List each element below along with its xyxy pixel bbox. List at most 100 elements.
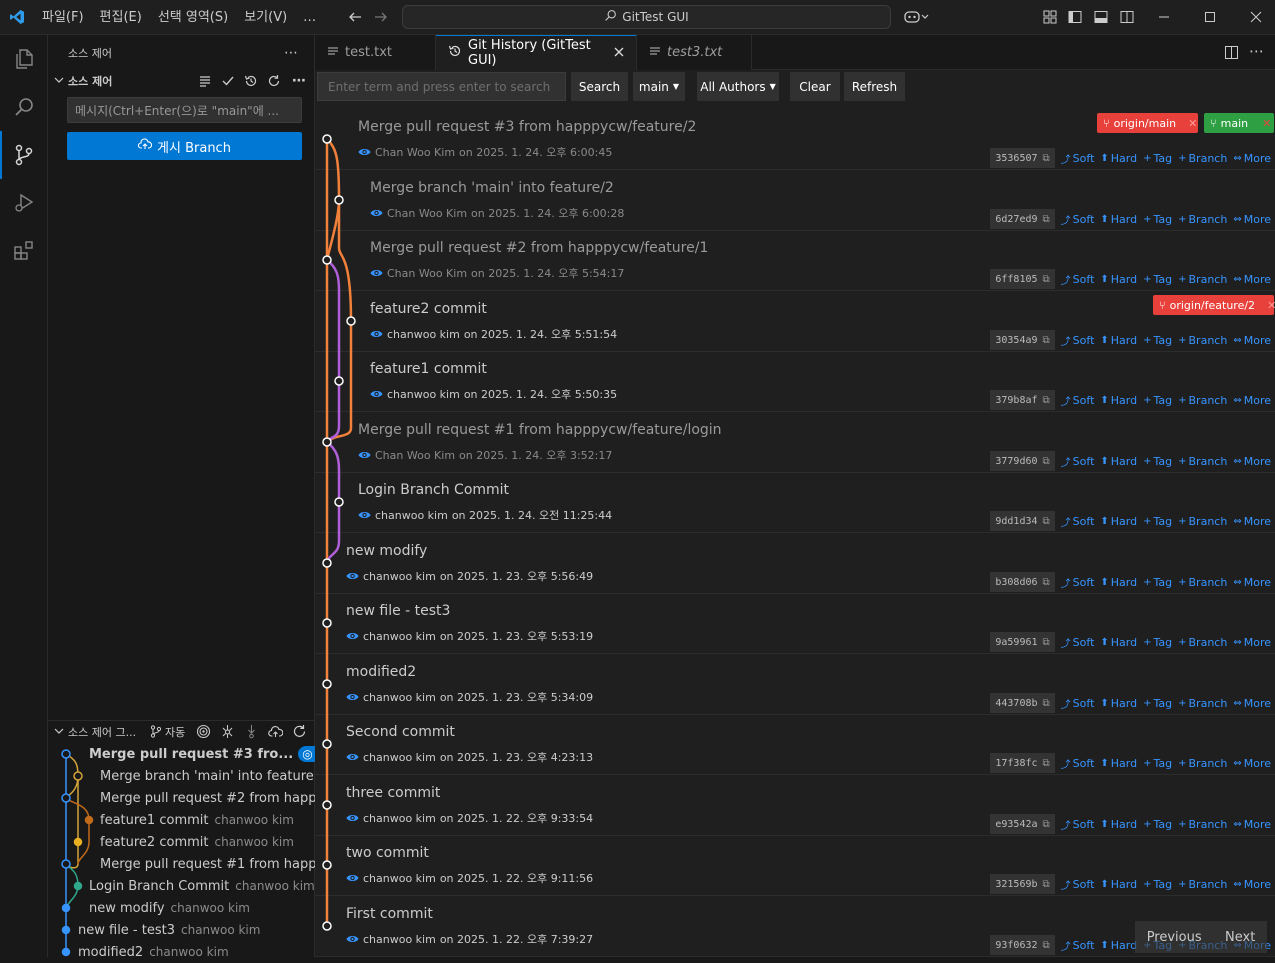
explorer-icon[interactable]: [0, 35, 48, 83]
commit-author[interactable]: chanwoo kim: [387, 388, 460, 401]
hard-reset-button[interactable]: ⬆ Hard: [1100, 757, 1137, 770]
view-as-tree-icon[interactable]: [198, 74, 212, 91]
branch-select[interactable]: main ▼: [633, 72, 685, 101]
commit-title[interactable]: Merge branch 'main' into feature/2: [370, 180, 614, 196]
copy-icon[interactable]: ⧉: [1043, 698, 1050, 709]
add-tag-button[interactable]: +Tag: [1143, 576, 1172, 589]
commit-row[interactable]: First commit chanwoo kim on 2025. 1. 22. 오…: [315, 897, 1275, 957]
refresh-icon[interactable]: [267, 74, 281, 91]
commit-author[interactable]: Chan Woo Kim: [387, 207, 467, 220]
more-button[interactable]: ⇔More: [1233, 878, 1271, 891]
hard-reset-button[interactable]: ⬆ Hard: [1100, 515, 1137, 528]
add-branch-button[interactable]: +Branch: [1178, 394, 1227, 407]
publish-branch-button[interactable]: 게시 Branch: [67, 132, 302, 160]
menu-edit[interactable]: 편집(E): [92, 0, 150, 35]
commit-row[interactable]: three commit chanwoo kim on 2025. 1. 22. 오…: [315, 776, 1275, 836]
toggle-panel-icon[interactable]: [1092, 8, 1110, 26]
commit-title[interactable]: feature2 commit: [370, 301, 487, 317]
copy-icon[interactable]: ⧉: [1043, 819, 1050, 830]
tab-git-history[interactable]: Git History (GitTest GUI): [436, 35, 637, 70]
tab-test3-txt[interactable]: test3.txt: [637, 35, 752, 70]
more-button[interactable]: ⇔More: [1233, 515, 1271, 528]
tab-test-txt[interactable]: test.txt: [315, 35, 436, 70]
graph-auto-label[interactable]: 자동: [165, 724, 185, 740]
soft-reset-button[interactable]: ⤴ Soft: [1061, 817, 1095, 832]
graph-section-header[interactable]: 소스 제어 그... 자동: [48, 721, 315, 743]
source-control-section-header[interactable]: 소스 제어 ⋯: [48, 70, 314, 92]
commit-hash[interactable]: 93f0632 ⧉: [990, 935, 1055, 955]
hard-reset-button[interactable]: ⬆ Hard: [1100, 334, 1137, 347]
add-branch-button[interactable]: +Branch: [1178, 273, 1227, 286]
add-branch-button[interactable]: +Branch: [1178, 576, 1227, 589]
graph-list-item[interactable]: new file - test3 chanwoo kim: [78, 919, 345, 941]
hard-reset-button[interactable]: ⬆ Hard: [1100, 878, 1137, 891]
copy-icon[interactable]: ⧉: [1043, 395, 1050, 406]
copy-icon[interactable]: ⧉: [1043, 516, 1050, 527]
commit-hash[interactable]: 6ff8105 ⧉: [990, 269, 1055, 289]
commit-hash[interactable]: b308d06 ⧉: [990, 572, 1055, 592]
soft-reset-button[interactable]: ⤴ Soft: [1061, 272, 1095, 287]
add-tag-button[interactable]: +Tag: [1143, 152, 1172, 165]
copy-icon[interactable]: ⧉: [1043, 153, 1050, 164]
more-button[interactable]: ⇔More: [1233, 394, 1271, 407]
maximize-icon[interactable]: [1201, 8, 1219, 26]
hard-reset-button[interactable]: ⬆ Hard: [1100, 939, 1137, 952]
soft-reset-button[interactable]: ⤴ Soft: [1061, 393, 1095, 408]
add-tag-button[interactable]: +Tag: [1143, 334, 1172, 347]
commit-hash[interactable]: 3536507 ⧉: [990, 148, 1055, 168]
menu-view[interactable]: 보기(V): [236, 0, 295, 35]
search-button[interactable]: Search: [571, 72, 628, 101]
forward-arrow-icon[interactable]: [372, 8, 390, 26]
menu-more[interactable]: …: [295, 0, 324, 35]
hard-reset-button[interactable]: ⬆ Hard: [1100, 455, 1137, 468]
add-tag-button[interactable]: +Tag: [1143, 213, 1172, 226]
copy-icon[interactable]: ⧉: [1043, 214, 1050, 225]
hard-reset-button[interactable]: ⬆ Hard: [1100, 576, 1137, 589]
add-branch-button[interactable]: +Branch: [1178, 334, 1227, 347]
commit-row[interactable]: Merge pull request #1 from happpycw/feat…: [315, 413, 1275, 473]
commit-author[interactable]: Chan Woo Kim: [375, 146, 455, 159]
soft-reset-button[interactable]: ⤴ Soft: [1061, 635, 1095, 650]
menu-selection[interactable]: 선택 영역(S): [150, 0, 236, 35]
hard-reset-button[interactable]: ⬆ Hard: [1100, 213, 1137, 226]
soft-reset-button[interactable]: ⤴ Soft: [1061, 151, 1095, 166]
graph-list-item[interactable]: modified2 chanwoo kim: [78, 941, 345, 963]
add-branch-button[interactable]: +Branch: [1178, 152, 1227, 165]
commit-title[interactable]: Merge pull request #1 from happpycw/feat…: [358, 422, 722, 438]
command-center[interactable]: GitTest GUI: [402, 5, 891, 29]
add-branch-button[interactable]: +Branch: [1178, 818, 1227, 831]
refresh-button[interactable]: Refresh: [844, 72, 905, 101]
add-tag-button[interactable]: +Tag: [1143, 636, 1172, 649]
soft-reset-button[interactable]: ⤴ Soft: [1061, 454, 1095, 469]
add-tag-button[interactable]: +Tag: [1143, 394, 1172, 407]
commit-author[interactable]: Chan Woo Kim: [387, 267, 467, 280]
badge-origin-feature2[interactable]: ⑂ origin/feature/2 ✕: [1153, 295, 1275, 315]
add-tag-button[interactable]: +Tag: [1143, 515, 1172, 528]
commit-check-icon[interactable]: [221, 74, 235, 91]
commit-hash[interactable]: 321569b ⧉: [990, 874, 1055, 894]
hard-reset-button[interactable]: ⬆ Hard: [1100, 636, 1137, 649]
add-branch-button[interactable]: +Branch: [1178, 213, 1227, 226]
history-search-input[interactable]: Enter term and press enter to search: [317, 72, 566, 101]
commit-hash[interactable]: 443708b ⧉: [990, 693, 1055, 713]
badge-origin-main[interactable]: ⑂ origin/main ✕: [1097, 113, 1198, 133]
add-branch-button[interactable]: +Branch: [1178, 515, 1227, 528]
more-button[interactable]: ⇔More: [1233, 818, 1271, 831]
commit-row[interactable]: feature1 commit chanwoo kim on 2025. 1. 24…: [315, 352, 1275, 412]
badge-main[interactable]: ⑂ main ✕: [1204, 113, 1274, 133]
add-tag-button[interactable]: +Tag: [1143, 455, 1172, 468]
commit-author[interactable]: chanwoo kim: [375, 509, 448, 522]
soft-reset-button[interactable]: ⤴ Soft: [1061, 938, 1095, 953]
section-more-icon[interactable]: ⋯: [292, 73, 306, 89]
target-icon[interactable]: [196, 724, 211, 742]
copy-icon[interactable]: ⧉: [1043, 637, 1050, 648]
commit-hash[interactable]: 3779d60 ⧉: [990, 451, 1055, 471]
commit-author[interactable]: Chan Woo Kim: [375, 449, 455, 462]
commit-row[interactable]: two commit chanwoo kim on 2025. 1. 22. 오후 …: [315, 836, 1275, 896]
copy-icon[interactable]: ⧉: [1043, 758, 1050, 769]
commit-row[interactable]: Merge pull request #2 from happpycw/feat…: [315, 231, 1275, 291]
commit-hash[interactable]: 17f38fc ⧉: [990, 753, 1055, 773]
commit-hash[interactable]: 30354a9 ⧉: [990, 330, 1055, 350]
remove-icon[interactable]: ✕: [1188, 117, 1197, 130]
copilot-icon[interactable]: [902, 8, 932, 26]
